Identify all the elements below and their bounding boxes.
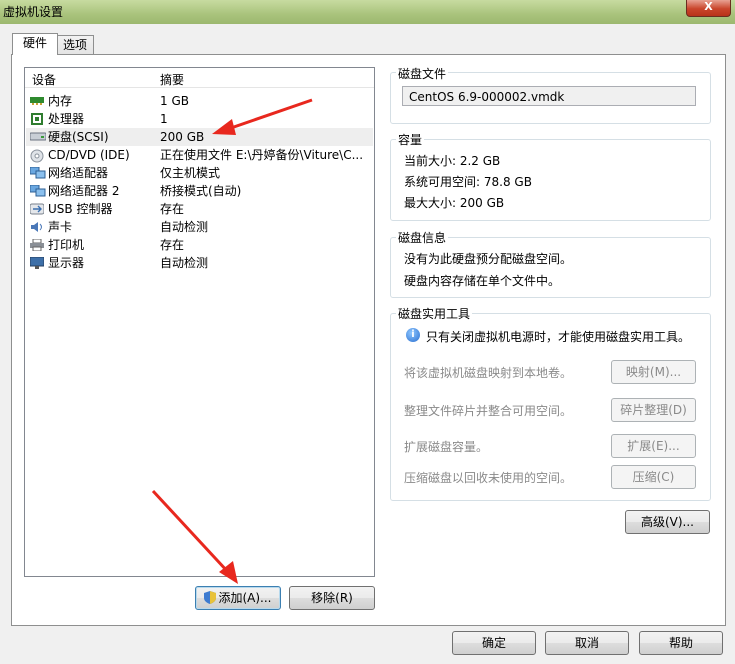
arrow-to-add-button: [151, 489, 238, 584]
annotation-arrows: [151, 98, 313, 584]
arrow-to-hard-disk: [212, 98, 313, 135]
tab-hardware[interactable]: 硬件: [12, 33, 58, 55]
